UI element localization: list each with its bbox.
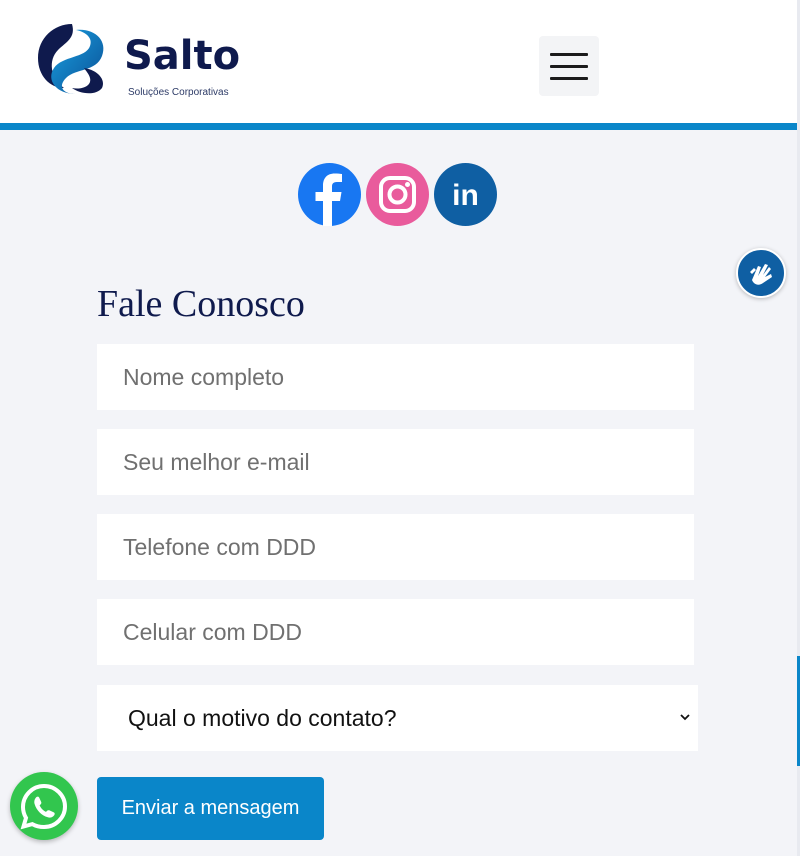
linkedin-link[interactable]: in [434, 163, 497, 226]
hamburger-menu-icon-line-bottom [550, 77, 588, 80]
header-accent-bar [0, 123, 798, 130]
linkedin-icon-text: in [452, 179, 479, 212]
contact-form-title: Fale Conosco [97, 283, 305, 325]
site-header: Salto Soluções Corporativas [0, 0, 798, 123]
contact-reason-select[interactable]: Qual o motivo do contato? [97, 685, 698, 751]
linkedin-icon: in [434, 163, 497, 226]
whatsapp-icon [20, 783, 68, 830]
salto-logo[interactable]: Salto Soluções Corporativas [36, 20, 266, 102]
send-message-button[interactable]: Enviar a mensagem [97, 777, 324, 840]
facebook-link[interactable] [298, 163, 361, 226]
chevron-down-icon [680, 714, 690, 721]
salto-logo-mark [38, 24, 104, 95]
hamburger-menu-icon-line-middle [550, 65, 588, 68]
logo-wordmark: Salto [124, 33, 241, 79]
phone-input[interactable] [97, 514, 694, 580]
full-name-input[interactable] [97, 344, 694, 410]
email-input[interactable] [97, 429, 694, 495]
sign-language-icon [750, 264, 772, 285]
hamburger-menu-icon-line-top [550, 53, 588, 56]
facebook-icon [298, 163, 361, 226]
logo-tagline: Soluções Corporativas [128, 87, 229, 98]
whatsapp-button[interactable] [10, 772, 78, 840]
instagram-icon [366, 163, 429, 226]
mobile-input[interactable] [97, 599, 694, 665]
contact-reason-selected: Qual o motivo do contato? [128, 705, 397, 731]
hamburger-menu-button[interactable] [539, 36, 599, 96]
instagram-link[interactable] [366, 163, 429, 226]
accessibility-button[interactable] [736, 248, 786, 298]
